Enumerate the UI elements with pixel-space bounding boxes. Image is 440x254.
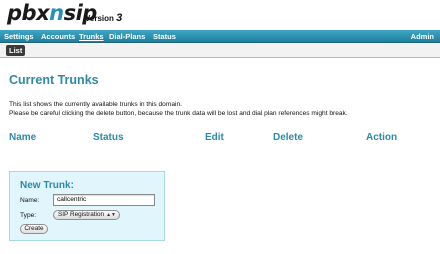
column-header-name: Name [9, 132, 37, 143]
logo-text-n: n [49, 1, 64, 25]
type-label: Type: [20, 212, 37, 219]
header: pbxnsip Version 3 [0, 0, 440, 30]
logo-text-pbx: pbx [7, 1, 50, 25]
main-nav: Settings Accounts Trunks Dial-Plans Stat… [0, 30, 440, 43]
nav-status[interactable]: Status [153, 31, 176, 42]
nav-accounts[interactable]: Accounts [41, 31, 75, 42]
tab-list[interactable]: List [6, 45, 26, 56]
description-line-2: Please be careful clicking the delete bu… [9, 110, 348, 117]
nav-trunks[interactable]: Trunks [79, 31, 104, 42]
page-title: Current Trunks [9, 73, 99, 87]
version-text: Version [85, 14, 114, 23]
version-label: Version 3 [85, 12, 122, 24]
select-arrows-icon: ▲▼ [106, 212, 116, 218]
name-label: Name: [20, 197, 40, 204]
new-trunk-panel: New Trunk: Name: callcentric Type: SIP R… [9, 171, 165, 241]
create-button[interactable]: Create [20, 224, 48, 234]
nav-settings[interactable]: Settings [4, 31, 34, 42]
page-description: This list shows the currently available … [9, 100, 348, 118]
description-line-1: This list shows the currently available … [9, 101, 182, 108]
app-logo[interactable]: pbxnsip [7, 1, 97, 25]
column-header-edit: Edit [205, 132, 224, 143]
trunk-name-input[interactable]: callcentric [53, 194, 155, 206]
nav-admin[interactable]: Admin [411, 31, 434, 42]
version-number: 3 [116, 12, 123, 24]
trunk-type-value: SIP Registration [58, 211, 105, 218]
new-trunk-title: New Trunk: [20, 180, 74, 191]
sub-nav: List [0, 44, 440, 58]
nav-dial-plans[interactable]: Dial-Plans [109, 31, 145, 42]
column-header-status: Status [93, 132, 124, 143]
column-header-delete: Delete [273, 132, 304, 143]
trunk-type-select[interactable]: SIP Registration ▲▼ [53, 210, 120, 220]
column-header-action: Action [366, 132, 398, 143]
